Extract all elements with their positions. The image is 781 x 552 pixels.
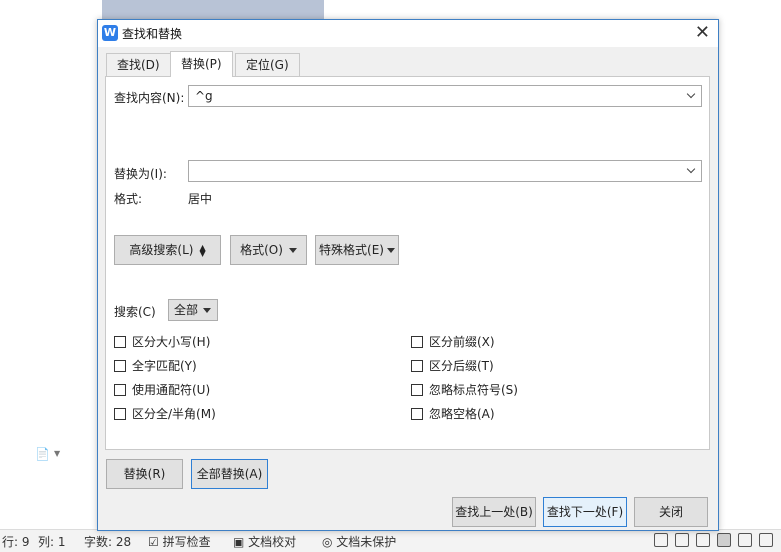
expand-icon: ▲ ▼ [199,242,206,258]
row-indicator: 行: 9 [2,535,30,549]
find-label: 查找内容(N): [114,91,185,105]
option-prefix[interactable]: 区分前缀(X) [411,333,495,350]
checkbox[interactable] [411,359,423,372]
spell-check-button[interactable]: ☑ 拼写检查 [148,533,211,550]
option-label: 区分后缀(T) [429,359,494,373]
search-scope-select[interactable]: 全部 [168,299,218,321]
advanced-search-label: 高级搜索(L) [129,243,194,257]
option-width[interactable]: 区分全/半角(M) [114,405,216,422]
option-label: 忽略空格(A) [429,407,495,421]
replace-all-button[interactable]: 全部替换(A) [191,459,268,489]
close-icon[interactable]: ✕ [695,22,710,43]
doc-protect-button[interactable]: ◎ 文档未保护 [322,533,396,550]
dialog-titlebar[interactable]: W 查找和替换 ✕ [98,20,718,47]
chevron-down-icon[interactable] [686,86,697,106]
checkbox[interactable] [114,383,126,396]
document-icon[interactable]: 📄 [35,447,50,461]
option-label: 全字匹配(Y) [132,359,197,373]
tab-find[interactable]: 查找(D) [106,53,171,77]
find-replace-dialog: W 查找和替换 ✕ 查找(D) 替换(P) 定位(G) 查找内容(N): ^g … [97,19,719,531]
checkbox[interactable] [114,407,126,420]
option-suffix[interactable]: 区分后缀(T) [411,357,494,374]
search-scope-label: 搜索(C) [114,305,156,319]
option-ignore-punct[interactable]: 忽略标点符号(S) [411,381,518,398]
replace-label: 替换为(I): [114,167,167,181]
find-input-value: ^g [195,89,213,103]
replace-button[interactable]: 替换(R) [106,459,183,489]
option-label: 忽略标点符号(S) [429,383,518,397]
special-format-label: 特殊格式(E) [319,243,384,257]
format-button[interactable]: 格式(O) [230,235,307,265]
replace-input[interactable] [188,160,702,182]
find-previous-button[interactable]: 查找上一处(B) [452,497,536,527]
format-label: 格式: [114,192,143,206]
checkbox[interactable] [411,407,423,420]
page-view-icon[interactable] [717,533,731,547]
checkbox[interactable] [114,359,126,372]
option-label: 区分全/半角(M) [132,407,216,421]
wps-writer-icon: W [102,25,118,41]
find-input[interactable]: ^g [188,85,702,107]
document-page-edge [102,0,324,20]
checkbox[interactable] [411,383,423,396]
chevron-down-icon[interactable] [686,161,697,181]
option-match-case[interactable]: 区分大小写(H) [114,333,210,350]
chevron-down-icon[interactable]: ▼ [54,449,60,458]
tab-goto[interactable]: 定位(G) [235,53,300,77]
option-label: 区分前缀(X) [429,335,495,349]
word-count[interactable]: 字数: 28 [84,533,131,550]
checkbox[interactable] [114,335,126,348]
option-wildcards[interactable]: 使用通配符(U) [114,381,210,398]
status-bar: 行: 9 列: 1 字数: 28 ☑ 拼写检查 ▣ 文档校对 ◎ 文档未保护 [0,529,781,552]
dropdown-arrow-icon [203,308,211,313]
find-next-button[interactable]: 查找下一处(F) [543,497,627,527]
dialog-title: 查找和替换 [122,27,183,41]
checkbox[interactable] [411,335,423,348]
option-label: 区分大小写(H) [132,335,211,349]
reading-view-icon[interactable] [675,533,689,547]
advanced-search-button[interactable]: 高级搜索(L) ▲ ▼ [114,235,221,265]
format-button-label: 格式(O) [240,243,283,257]
view-buttons [654,533,773,547]
fullscreen-icon[interactable] [654,533,668,547]
doc-proof-button[interactable]: ▣ 文档校对 [233,533,296,550]
option-whole-word[interactable]: 全字匹配(Y) [114,357,197,374]
replace-panel: 查找内容(N): ^g 替换为(I): 格式: 居中 高级搜索(L) ▲ ▼ 格式(… [105,76,710,450]
edit-view-icon[interactable] [696,533,710,547]
dropdown-arrow-icon [386,248,395,253]
col-indicator: 列: 1 [38,535,66,549]
dropdown-arrow-icon [288,248,297,253]
web-view-icon[interactable] [759,533,773,547]
search-scope-value: 全部 [174,303,199,317]
special-format-button[interactable]: 特殊格式(E) [315,235,399,265]
outline-view-icon[interactable] [738,533,752,547]
format-value: 居中 [188,192,213,206]
close-button[interactable]: 关闭 [634,497,708,527]
tab-replace[interactable]: 替换(P) [170,51,233,77]
option-label: 使用通配符(U) [132,383,211,397]
option-ignore-space[interactable]: 忽略空格(A) [411,405,495,422]
